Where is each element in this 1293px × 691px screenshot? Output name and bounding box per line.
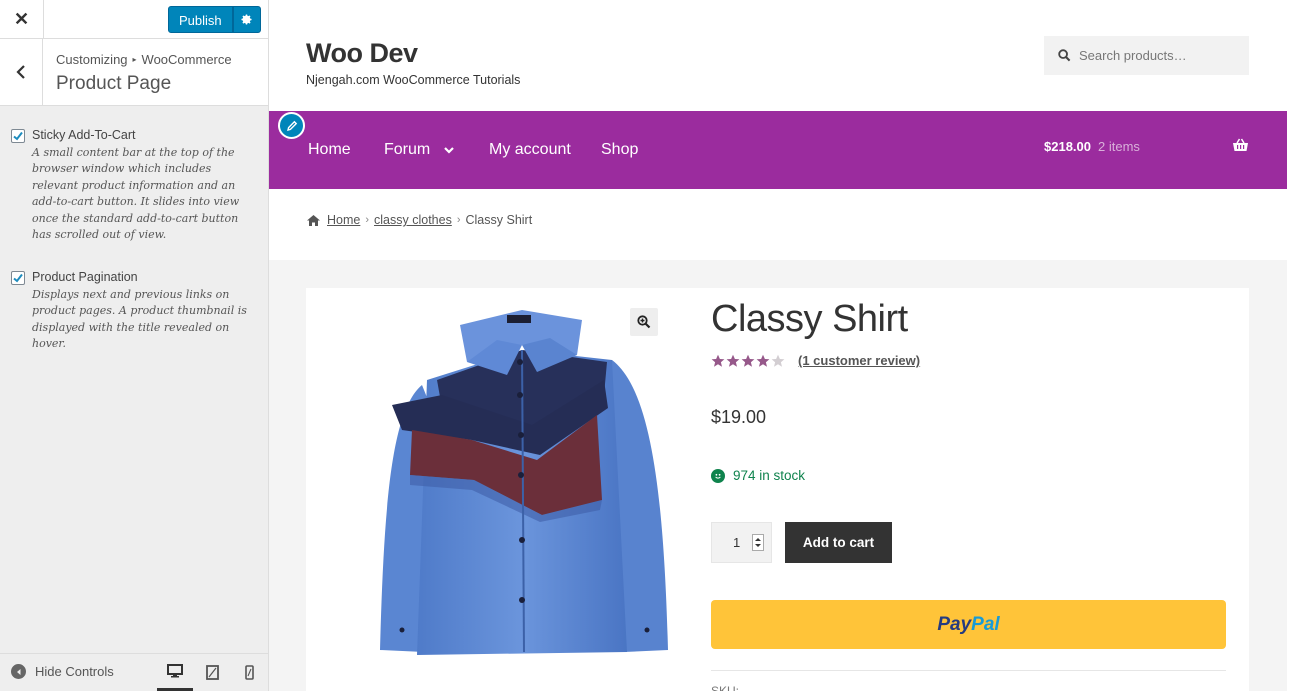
close-customizer-button[interactable]: ✕ <box>0 0 44 38</box>
site-title[interactable]: Woo Dev <box>306 38 418 69</box>
breadcrumb-woocommerce: WooCommerce <box>141 52 232 67</box>
paypal-button[interactable]: Pay Pal <box>711 600 1226 649</box>
nav-item-my-account[interactable]: My account <box>489 141 571 159</box>
customer-review-link[interactable]: (1 customer review) <box>798 353 920 368</box>
hide-controls-label: Hide Controls <box>35 664 114 679</box>
search-input[interactable] <box>1079 48 1239 63</box>
section-header: Customizing ▸ WooCommerce Product Page <box>0 39 268 106</box>
preview-tablet-button[interactable] <box>194 654 230 691</box>
star-empty-icon <box>771 354 785 367</box>
nav-item-shop[interactable]: Shop <box>601 141 638 159</box>
breadcrumb-separator: › <box>365 214 370 226</box>
chevron-down-icon <box>444 146 455 154</box>
breadcrumb-current: Classy Shirt <box>465 213 533 227</box>
breadcrumb-category-link[interactable]: classy clothes <box>374 213 452 227</box>
product-card: Classy Shirt (1 customer review) $19.00 … <box>306 288 1249 691</box>
product-meta-divider <box>711 670 1226 671</box>
checkmark-icon <box>13 131 23 141</box>
search-icon <box>1058 49 1071 62</box>
preview-mobile-button[interactable] <box>231 654 267 691</box>
preview-desktop-button[interactable] <box>157 654 193 691</box>
nav-account-label: My account <box>489 141 571 158</box>
back-button[interactable] <box>0 39 43 105</box>
star-filled-icon <box>741 354 755 367</box>
home-icon <box>307 214 320 226</box>
nav-shop-label: Shop <box>601 141 639 158</box>
breadcrumb-separator: › <box>456 214 461 226</box>
publish-button[interactable]: Publish <box>168 6 233 33</box>
basket-icon <box>1233 138 1248 151</box>
product-price: $19.00 <box>711 407 767 427</box>
star-filled-icon <box>756 354 770 367</box>
customizer-breadcrumb: Customizing ▸ WooCommerce <box>56 52 232 67</box>
product-pagination-description: Displays next and previous links on prod… <box>32 288 247 351</box>
product-image[interactable] <box>372 300 672 655</box>
customizer-header-actions: ✕ Publish <box>0 0 268 39</box>
paypal-wordmark-pal: Pal <box>971 613 1000 635</box>
chevron-left-icon <box>16 65 25 79</box>
paypal-wordmark-pay: Pay <box>937 613 972 635</box>
site-preview: Woo Dev Njengah.com WooCommerce Tutorial… <box>269 0 1287 691</box>
tablet-icon <box>205 665 219 680</box>
cart-button[interactable] <box>1232 138 1249 157</box>
quantity-stepper[interactable]: 1 <box>711 522 772 563</box>
publish-group: Publish <box>168 6 261 33</box>
star-filled-icon <box>726 354 740 367</box>
customizer-sidebar: ✕ Publish Customizing ▸ WooCommerce Produc… <box>0 0 269 691</box>
sticky-add-to-cart-label[interactable]: Sticky Add-To-Cart <box>32 128 136 142</box>
product-search <box>1044 36 1249 75</box>
publish-settings-button[interactable] <box>232 6 261 33</box>
mobile-icon <box>244 665 254 680</box>
star-filled-icon <box>711 354 725 367</box>
breadcrumb-home-link[interactable]: Home <box>327 213 360 227</box>
stock-status: 974 in stock <box>711 468 805 483</box>
nav-item-forum[interactable]: Forum <box>384 141 455 159</box>
add-to-cart-button[interactable]: Add to cart <box>785 522 892 563</box>
nav-item-home[interactable]: Home <box>308 141 351 159</box>
zoom-icon <box>637 315 651 329</box>
nav-home-label: Home <box>308 141 351 158</box>
desktop-icon <box>167 664 183 678</box>
close-icon: ✕ <box>13 8 30 29</box>
sticky-add-to-cart-checkbox[interactable] <box>11 129 25 143</box>
breadcrumb-customizing: Customizing <box>56 52 128 67</box>
sticky-add-to-cart-description: A small content bar at the top of the br… <box>32 146 240 242</box>
stock-label: 974 in stock <box>733 468 806 483</box>
product-title: Classy Shirt <box>711 298 908 340</box>
customizer-footer: Hide Controls <box>0 653 268 691</box>
quantity-value[interactable]: 1 <box>733 535 740 550</box>
spinner-arrows-icon <box>755 538 761 547</box>
image-zoom-button[interactable] <box>630 308 658 336</box>
checkmark-icon <box>13 273 23 283</box>
product-pagination-label[interactable]: Product Pagination <box>32 270 138 284</box>
sku-label: SKU: <box>711 684 740 691</box>
in-stock-icon <box>711 468 725 483</box>
quantity-spinner[interactable] <box>752 534 764 551</box>
breadcrumb-separator: ▸ <box>132 55 137 64</box>
site-tagline: Njengah.com WooCommerce Tutorials <box>306 73 521 87</box>
pencil-icon <box>286 120 297 131</box>
gear-icon <box>241 14 252 25</box>
nav-forum-label: Forum <box>384 141 431 158</box>
edit-menu-shortcut[interactable] <box>278 112 305 139</box>
star-rating <box>711 354 786 368</box>
breadcrumb: Home › classy clothes › Classy Shirt <box>306 213 532 227</box>
section-title: Product Page <box>56 73 172 94</box>
primary-navigation: Home Forum My account Shop $218.00 2 ite… <box>269 111 1287 189</box>
cart-item-count[interactable]: 2 items <box>1098 139 1140 154</box>
product-pagination-checkbox[interactable] <box>11 271 25 285</box>
hide-controls-button[interactable]: Hide Controls <box>11 664 114 679</box>
product-rating: (1 customer review) <box>711 353 920 368</box>
cart-total[interactable]: $218.00 <box>1044 139 1091 154</box>
collapse-left-icon <box>11 664 26 679</box>
